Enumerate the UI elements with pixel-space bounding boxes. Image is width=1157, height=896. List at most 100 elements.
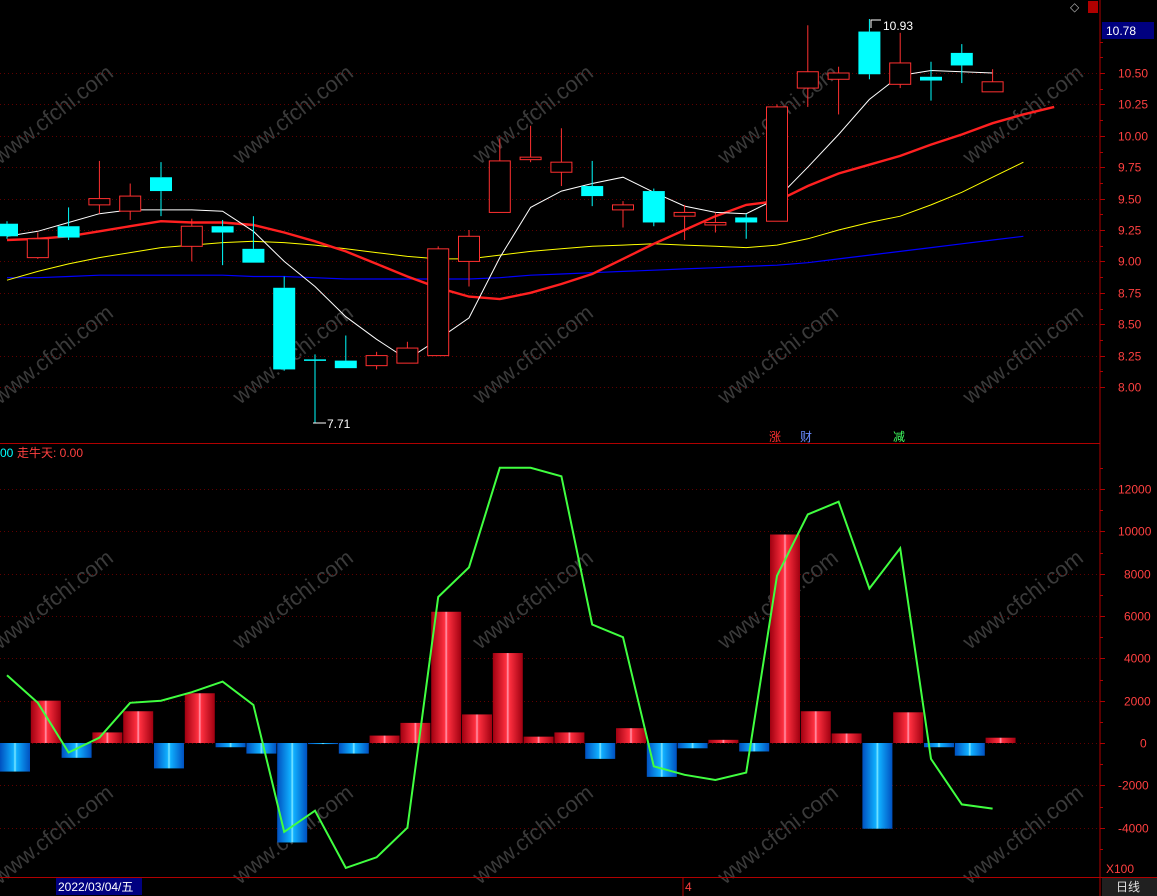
price-tick-label: 9.25 bbox=[1118, 224, 1142, 238]
candle bbox=[612, 201, 634, 228]
candle bbox=[427, 246, 450, 357]
candle-body bbox=[57, 226, 80, 238]
indicator-bar bbox=[184, 693, 215, 743]
indicator-bar bbox=[862, 743, 893, 829]
candle bbox=[26, 232, 49, 259]
candle-body bbox=[981, 81, 1004, 93]
date-label: 2022/03/04/五 bbox=[58, 880, 133, 894]
bottom-marker: 4 bbox=[685, 880, 692, 894]
indicator-axis: 12000 10000 8000 6000 4000 2000 0 -2000 -4000 bbox=[1100, 468, 1152, 850]
candle-body bbox=[950, 52, 973, 66]
candle-body bbox=[796, 71, 819, 89]
indicator-tick-label: 12000 bbox=[1118, 483, 1152, 497]
watermark-text: www.cfchi.com bbox=[467, 60, 598, 170]
price-tick-label: 9.75 bbox=[1118, 161, 1142, 175]
watermark-text: www.cfchi.com bbox=[712, 300, 843, 410]
candle bbox=[458, 230, 480, 287]
indicator-tick-label: -4000 bbox=[1118, 822, 1149, 836]
indicator-tick-label: 0 bbox=[1140, 737, 1147, 751]
candle-body bbox=[88, 198, 111, 206]
indicator-bar bbox=[400, 722, 431, 743]
watermark-text: www.cfchi.com bbox=[0, 300, 118, 410]
indicator-tick-label: -2000 bbox=[1118, 779, 1149, 793]
candle-body bbox=[427, 248, 450, 357]
candle-body bbox=[612, 204, 634, 211]
candle-body bbox=[519, 156, 542, 161]
candle bbox=[334, 335, 357, 369]
marker-jian: 减 bbox=[893, 430, 905, 444]
candle bbox=[150, 162, 172, 217]
candle-body bbox=[920, 76, 942, 81]
watermark-text: www.cfchi.com bbox=[227, 545, 358, 655]
candle bbox=[642, 188, 665, 227]
candle bbox=[920, 61, 942, 101]
price-axis: 10.50 10.25 10.00 9.75 9.50 9.25 9.00 8.75 8.50 8… bbox=[1100, 42, 1148, 395]
indicator-bar bbox=[708, 739, 739, 743]
indicator-tick-label: 8000 bbox=[1124, 568, 1151, 582]
low-label: 7.71 bbox=[327, 417, 351, 431]
candle bbox=[950, 44, 973, 84]
candle bbox=[858, 18, 881, 80]
diamond-icon[interactable]: ◇ bbox=[1070, 0, 1080, 14]
candle-body bbox=[0, 223, 18, 237]
indicator-bar bbox=[831, 733, 862, 743]
watermark-text: www.cfchi.com bbox=[0, 780, 118, 890]
candle-body bbox=[735, 217, 758, 223]
candle bbox=[766, 104, 788, 222]
candle-body bbox=[704, 221, 727, 226]
indicator-bar bbox=[308, 743, 338, 745]
watermark-text: www.cfchi.com bbox=[467, 300, 598, 410]
indicator-bar bbox=[123, 711, 154, 743]
candle-body bbox=[150, 177, 172, 192]
indicator-bar bbox=[30, 700, 61, 743]
candle-body bbox=[119, 195, 142, 212]
ma5-line bbox=[6, 69, 993, 360]
indicator-bar bbox=[369, 735, 400, 743]
candle-body bbox=[766, 106, 788, 222]
candle bbox=[704, 212, 727, 233]
indicator-bar bbox=[585, 743, 616, 759]
price-tick-label: 8.00 bbox=[1118, 381, 1142, 395]
watermark-text: www.cfchi.com bbox=[0, 545, 118, 655]
ma60-line bbox=[7, 235, 1024, 280]
sub-legend: 走牛天: 0.00 bbox=[17, 445, 83, 460]
candle bbox=[304, 354, 326, 424]
candle bbox=[180, 218, 203, 262]
price-tick-label: 9.50 bbox=[1118, 193, 1142, 207]
current-price: 10.78 bbox=[1106, 24, 1136, 38]
indicator-tick-label: 2000 bbox=[1124, 695, 1151, 709]
indicator-bar bbox=[800, 711, 831, 743]
candle-body bbox=[242, 248, 265, 263]
indicator-bar bbox=[739, 743, 770, 752]
candle-body bbox=[488, 160, 511, 213]
scale-label: X100 bbox=[1106, 862, 1134, 876]
indicator-bar bbox=[985, 737, 1016, 743]
indicator-bar bbox=[616, 728, 646, 743]
indicator-bar bbox=[770, 534, 800, 743]
indicator-tick-label: 4000 bbox=[1124, 652, 1151, 666]
indicator-bar bbox=[523, 736, 554, 743]
period-label[interactable]: 日线 bbox=[1116, 880, 1140, 894]
watermark-text: www.cfchi.com bbox=[0, 60, 118, 170]
watermark-text: www.cfchi.com bbox=[227, 60, 358, 170]
candle bbox=[827, 66, 850, 115]
watermark-text: www.cfchi.com bbox=[957, 780, 1088, 890]
price-tick-label: 8.50 bbox=[1118, 318, 1142, 332]
candle-body bbox=[180, 225, 203, 247]
price-tick-label: 8.25 bbox=[1118, 350, 1142, 364]
indicator-bar bbox=[61, 743, 92, 758]
candle bbox=[735, 213, 758, 239]
candle bbox=[0, 221, 18, 239]
candle-body bbox=[365, 355, 388, 367]
marker-zhang: 涨 bbox=[769, 429, 781, 444]
candle-body bbox=[858, 31, 881, 75]
candle bbox=[57, 207, 80, 241]
watermark-text: www.cfchi.com bbox=[712, 780, 843, 890]
scroll-icon[interactable] bbox=[1088, 1, 1098, 13]
watermark-text: www.cfchi.com bbox=[957, 545, 1088, 655]
indicator-bar bbox=[431, 611, 462, 743]
candle bbox=[673, 204, 696, 241]
indicator-bar bbox=[92, 732, 123, 743]
price-tick-label: 9.00 bbox=[1118, 255, 1142, 269]
candle-body bbox=[334, 360, 357, 369]
